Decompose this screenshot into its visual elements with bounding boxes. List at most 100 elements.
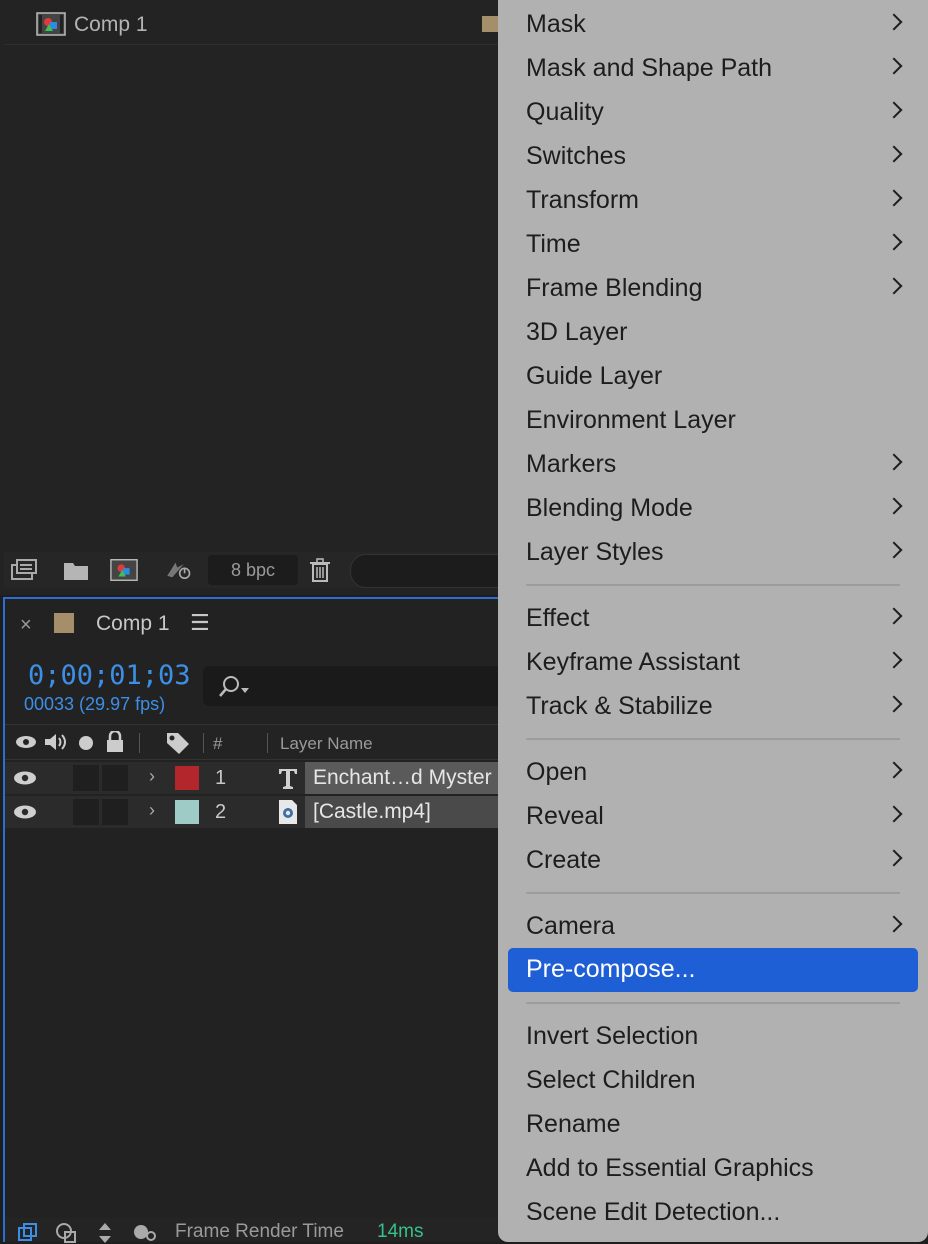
- submenu-arrow-icon: [885, 145, 903, 163]
- menu-item-camera[interactable]: Camera: [508, 905, 918, 949]
- menu-item-pre-compose[interactable]: Pre-compose...: [508, 948, 918, 992]
- menu-separator: [526, 738, 900, 740]
- submenu-arrow-icon: [885, 849, 903, 867]
- current-time-display[interactable]: 0;00;01;03: [28, 660, 191, 691]
- submenu-arrow-icon: [885, 607, 903, 625]
- layer-row[interactable]: › 1 Enchant…d Myster: [5, 762, 505, 794]
- submenu-arrow-icon: [885, 57, 903, 75]
- interpret-footage-icon[interactable]: [10, 557, 38, 583]
- comp-color-swatch: [54, 613, 74, 633]
- menu-item-select-children[interactable]: Select Children: [508, 1059, 918, 1103]
- menu-item-reveal[interactable]: Reveal: [508, 795, 918, 839]
- project-toolbar: 8 bpc: [4, 552, 512, 588]
- menu-item-keyframe-assistant[interactable]: Keyframe Assistant: [508, 641, 918, 685]
- menu-item-time[interactable]: Time: [508, 223, 918, 267]
- submenu-arrow-icon: [885, 277, 903, 295]
- transfer-controls-icon[interactable]: [93, 1222, 117, 1244]
- submenu-arrow-icon: [885, 915, 903, 933]
- composition-icon: [36, 12, 66, 36]
- frame-render-time-label: Frame Render Time: [175, 1221, 344, 1242]
- solo-icon[interactable]: [77, 731, 95, 753]
- render-settings-icon[interactable]: [164, 557, 192, 583]
- layer-number-header: #: [213, 734, 223, 753]
- timeline-search-input[interactable]: [203, 666, 503, 706]
- layer-number: 2: [215, 801, 227, 823]
- menu-item-invert-selection[interactable]: Invert Selection: [508, 1015, 918, 1059]
- audio-icon[interactable]: [43, 731, 69, 753]
- label-color-swatch[interactable]: [482, 16, 498, 32]
- menu-item-transform[interactable]: Transform: [508, 179, 918, 223]
- timeline-status-bar: Frame Render Time 14ms: [5, 1218, 500, 1244]
- close-tab-icon[interactable]: ×: [20, 614, 32, 637]
- menu-item-guide-layer[interactable]: Guide Layer: [508, 355, 918, 399]
- submenu-arrow-icon: [885, 101, 903, 119]
- lock-switch[interactable]: [102, 799, 128, 825]
- graph-editor-icon[interactable]: [131, 1222, 159, 1244]
- menu-item-markers[interactable]: Markers: [508, 443, 918, 487]
- search-icon: [219, 676, 249, 697]
- menu-item-add-to-essential-graphics[interactable]: Add to Essential Graphics: [508, 1147, 918, 1191]
- layer-context-menu: Mask Mask and Shape Path Quality Switche…: [498, 0, 928, 1242]
- menu-separator: [526, 892, 900, 894]
- layer-name[interactable]: [Castle.mp4]: [305, 796, 505, 828]
- new-composition-icon[interactable]: [110, 557, 138, 583]
- menu-item-layer-styles[interactable]: Layer Styles: [508, 531, 918, 575]
- submenu-arrow-icon: [885, 189, 903, 207]
- tab-title: Comp 1: [96, 612, 170, 635]
- menu-item-create[interactable]: Create: [508, 839, 918, 883]
- layer-row[interactable]: › 2 [Castle.mp4]: [5, 796, 505, 828]
- expand-chevron-icon[interactable]: ›: [149, 800, 155, 821]
- label-tag-icon[interactable]: [165, 731, 191, 755]
- submenu-arrow-icon: [885, 761, 903, 779]
- lock-icon[interactable]: [105, 731, 125, 753]
- column-divider: [203, 733, 204, 753]
- layer-name[interactable]: Enchant…d Myster: [305, 762, 505, 794]
- menu-item-open[interactable]: Open: [508, 751, 918, 795]
- menu-separator: [526, 1002, 900, 1004]
- lock-switch[interactable]: [102, 765, 128, 791]
- menu-item-mask-and-shape-path[interactable]: Mask and Shape Path: [508, 47, 918, 91]
- trash-icon[interactable]: [306, 557, 334, 583]
- submenu-arrow-icon: [885, 453, 903, 471]
- submenu-arrow-icon: [885, 805, 903, 823]
- menu-item-environment-layer[interactable]: Environment Layer: [508, 399, 918, 443]
- submenu-arrow-icon: [885, 233, 903, 251]
- frame-render-time-value: 14ms: [377, 1221, 424, 1242]
- menu-item-scene-edit-detection[interactable]: Scene Edit Detection...: [508, 1191, 918, 1235]
- submenu-arrow-icon: [885, 541, 903, 559]
- color-depth-button[interactable]: 8 bpc: [208, 555, 298, 585]
- project-panel: [0, 0, 500, 595]
- eye-icon[interactable]: [15, 731, 37, 753]
- layer-label-color[interactable]: [175, 800, 199, 824]
- solo-switch[interactable]: [73, 799, 99, 825]
- comp-mini-flowchart-icon[interactable]: [17, 1222, 41, 1244]
- layer-label-color[interactable]: [175, 766, 199, 790]
- menu-item-3d-layer[interactable]: 3D Layer: [508, 311, 918, 355]
- layer-name-header[interactable]: Layer Name: [280, 734, 373, 754]
- text-layer-icon: [279, 769, 297, 789]
- folder-icon[interactable]: [62, 557, 90, 583]
- submenu-arrow-icon: [885, 695, 903, 713]
- frame-count-display: 00033 (29.97 fps): [24, 694, 166, 714]
- layer-switches-icon[interactable]: [55, 1222, 79, 1244]
- submenu-arrow-icon: [885, 651, 903, 669]
- layer-number: 1: [215, 767, 227, 789]
- menu-item-quality[interactable]: Quality: [508, 91, 918, 135]
- menu-item-effect[interactable]: Effect: [508, 597, 918, 641]
- column-divider: [267, 733, 268, 753]
- visibility-eye-icon[interactable]: [13, 768, 37, 788]
- menu-item-frame-blending[interactable]: Frame Blending: [508, 267, 918, 311]
- menu-item-switches[interactable]: Switches: [508, 135, 918, 179]
- project-search-field[interactable]: [350, 554, 512, 588]
- visibility-eye-icon[interactable]: [13, 802, 37, 822]
- menu-item-rename[interactable]: Rename: [508, 1103, 918, 1147]
- expand-chevron-icon[interactable]: ›: [149, 766, 155, 787]
- menu-item-blending-mode[interactable]: Blending Mode: [508, 487, 918, 531]
- solo-switch[interactable]: [73, 765, 99, 791]
- panel-menu-icon[interactable]: ☰: [190, 610, 210, 636]
- menu-item-track-and-stabilize[interactable]: Track & Stabilize: [508, 685, 918, 729]
- video-file-icon: [279, 800, 297, 824]
- layer-header-row: # Layer Name: [5, 724, 500, 760]
- project-item-comp[interactable]: Comp 1: [4, 8, 500, 45]
- menu-item-mask[interactable]: Mask: [508, 3, 918, 47]
